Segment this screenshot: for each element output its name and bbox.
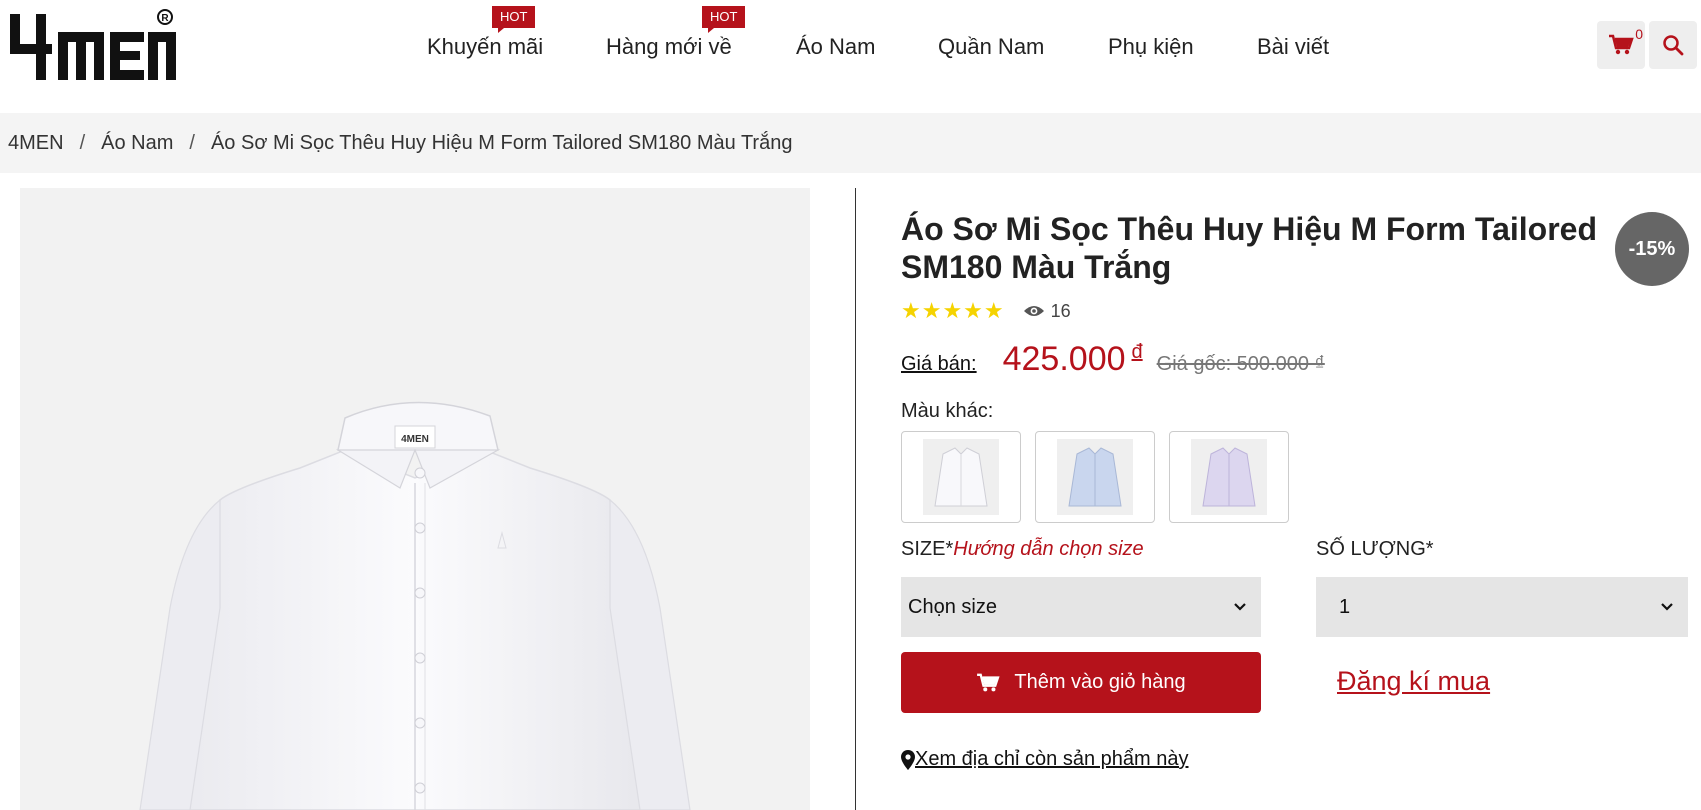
color-swatch-light-blue[interactable]: [1035, 431, 1155, 523]
chevron-down-icon: [1234, 603, 1246, 611]
add-to-cart-button[interactable]: Thêm vào giỏ hàng: [901, 652, 1261, 713]
breadcrumb-home[interactable]: 4MEN: [8, 132, 64, 155]
store-availability-text: Xem địa chỉ còn sản phẩm này: [915, 748, 1189, 770]
search-button[interactable]: [1649, 21, 1697, 69]
swatch-image: [923, 439, 999, 515]
hot-badge: HOT: [702, 6, 746, 33]
price-currency: đ: [1131, 341, 1143, 363]
breadcrumb-separator: /: [189, 131, 195, 154]
store-availability-link[interactable]: Xem địa chỉ còn sản phẩm này: [901, 748, 1189, 771]
breadcrumb-separator: /: [79, 131, 86, 154]
shirt-thumbnail: [934, 447, 988, 507]
size-guide-link[interactable]: Hướng dẫn chọn size: [953, 538, 1143, 560]
swatch-image: [1191, 439, 1267, 515]
hot-badge: HOT: [492, 6, 536, 33]
view-count: 16: [1023, 301, 1071, 322]
view-count-value: 16: [1050, 300, 1071, 321]
map-pin-icon: [901, 749, 915, 770]
original-price: Giá gốc: 500.000 ₫: [1156, 353, 1325, 375]
logo-graphic: R: [10, 9, 176, 80]
site-header: R HOT Khuyến mãi HOT Hàng mới về Áo Nam …: [0, 0, 1701, 110]
eye-icon: [1023, 306, 1044, 316]
svg-text:R: R: [161, 13, 169, 24]
column-divider: [855, 188, 856, 810]
add-to-cart-label: Thêm vào giỏ hàng: [1014, 671, 1186, 693]
nav-item-hang-moi-ve[interactable]: Hàng mới về: [606, 34, 732, 60]
svg-text:4MEN: 4MEN: [401, 434, 429, 445]
shirt-thumbnail: [1068, 447, 1122, 507]
cart-button[interactable]: 0: [1597, 21, 1645, 69]
cart-count: 0: [1635, 26, 1643, 42]
size-label-text: SIZE*: [901, 538, 954, 560]
nav-item-khuyen-mai[interactable]: Khuyến mãi: [427, 34, 543, 60]
breadcrumb: 4MEN / Áo Nam / Áo Sơ Mi Sọc Thêu Huy Hi…: [0, 113, 1701, 173]
price-row: Giá bán: 425.000 đ Giá gốc: 500.000 ₫: [901, 340, 1325, 379]
shirt-image: 4MEN: [139, 401, 691, 810]
discount-badge: -15%: [1615, 212, 1689, 286]
sale-price: 425.000: [1002, 340, 1126, 378]
breadcrumb-current: Áo Sơ Mi Sọc Thêu Huy Hiệu M Form Tailor…: [210, 131, 793, 154]
cart-icon: [1609, 34, 1634, 55]
swatch-image: [1057, 439, 1133, 515]
nav-item-phu-kien[interactable]: Phụ kiện: [1108, 34, 1194, 60]
brand-logo[interactable]: R: [6, 4, 176, 84]
nav-item-ao-nam[interactable]: Áo Nam: [796, 34, 875, 60]
rating-stars: ★★★★★: [901, 298, 1005, 323]
register-to-buy-link[interactable]: Đăng kí mua: [1337, 666, 1490, 697]
product-title: Áo Sơ Mi Sọc Thêu Huy Hiệu M Form Tailor…: [901, 211, 1597, 285]
quantity-label: SỐ LƯỢNG*: [1316, 538, 1434, 560]
size-select[interactable]: Chọn size: [901, 577, 1261, 637]
nav-item-bai-viet[interactable]: Bài viết: [1257, 34, 1329, 60]
price-label: Giá bán:: [901, 353, 977, 375]
color-swatch-white[interactable]: [901, 431, 1021, 523]
size-label: SIZE*Hướng dẫn chọn size: [901, 538, 1144, 561]
rating-row: ★★★★★ 16: [901, 298, 1071, 324]
other-colors-label: Màu khác:: [901, 400, 994, 422]
chevron-down-icon: [1661, 603, 1673, 611]
cart-icon: [977, 673, 1000, 691]
product-image[interactable]: 4MEN: [20, 188, 810, 810]
size-select-value: Chọn size: [908, 595, 997, 618]
shirt-thumbnail: [1202, 447, 1256, 507]
quantity-select-value: 1: [1339, 595, 1351, 618]
color-swatch-lavender[interactable]: [1169, 431, 1289, 523]
breadcrumb-category[interactable]: Áo Nam: [101, 132, 173, 155]
search-icon: [1663, 35, 1684, 56]
quantity-select[interactable]: 1: [1316, 577, 1688, 637]
nav-item-quan-nam[interactable]: Quần Nam: [938, 34, 1044, 60]
